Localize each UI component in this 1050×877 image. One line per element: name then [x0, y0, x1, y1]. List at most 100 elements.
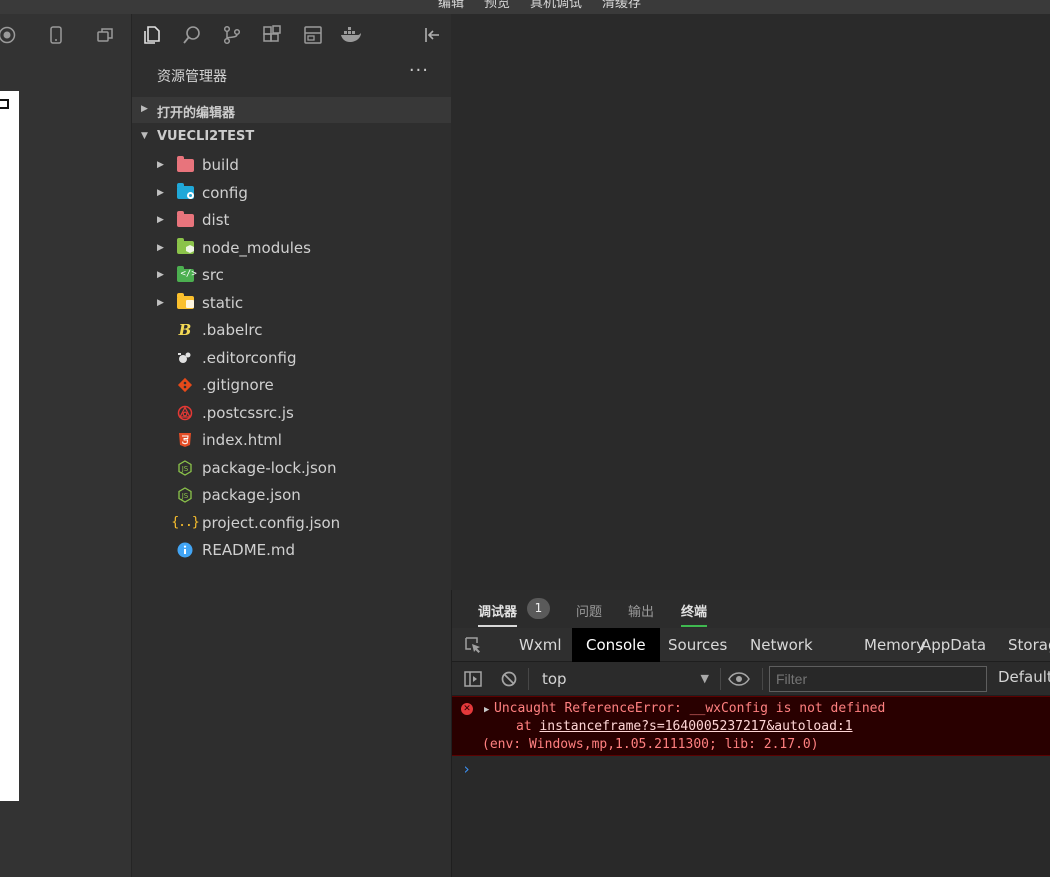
extensions-icon[interactable] — [260, 23, 284, 47]
file-name: package-lock.json — [202, 458, 337, 477]
babel-icon: B — [178, 321, 192, 339]
search-icon[interactable] — [180, 23, 204, 47]
chevron-right-icon: ▶ — [157, 270, 164, 280]
chevron-right-icon: ▶ — [157, 297, 164, 308]
source-control-icon[interactable] — [220, 23, 244, 47]
file-name: .babelrc — [202, 321, 263, 339]
file-tree: ▶ build ▶ config ▶ dist ▶ node_modules ▶ </> src ▶ s… — [132, 152, 451, 565]
folder-row[interactable]: ▶ config — [132, 180, 451, 208]
explorer-header: 资源管理器 ··· — [132, 60, 451, 90]
log-levels-select[interactable]: Default — [998, 668, 1050, 686]
file-name: package.json — [202, 486, 301, 504]
collapse-panel-icon[interactable] — [420, 23, 444, 47]
stack-source-link[interactable]: instanceframe?s=1640005237217&autoload:1 — [539, 719, 852, 734]
file-name: .editorconfig — [202, 348, 297, 367]
layout-icon[interactable] — [301, 23, 325, 47]
file-name: config — [202, 183, 248, 202]
tab-problems[interactable]: 问题 — [576, 601, 602, 620]
folder-row[interactable]: ▶ static — [132, 290, 451, 318]
context-select[interactable]: top ▼ — [534, 666, 709, 692]
editor-area[interactable] — [451, 14, 1050, 590]
editorconfig-icon — [176, 350, 194, 366]
nodejs-icon: JS — [176, 487, 194, 503]
bottom-tabs: 调试器 1 问题 输出 终端 — [452, 590, 1050, 628]
file-row[interactable]: .postcssrc.js — [132, 400, 451, 428]
menu-clear-cache[interactable]: 清缓存 — [602, 0, 641, 11]
tab-network[interactable]: Network — [736, 628, 827, 662]
file-row[interactable]: .editorconfig — [132, 345, 451, 373]
filter-input[interactable] — [769, 666, 987, 692]
chevron-right-icon: ▶ — [157, 160, 164, 170]
phone-icon[interactable] — [45, 24, 67, 46]
folder-row[interactable]: ▶ node_modules — [132, 235, 451, 263]
tab-debugger[interactable]: 调试器 — [478, 601, 518, 627]
tab-storage[interactable]: Storag — [994, 628, 1050, 662]
file-name: node_modules — [202, 238, 311, 257]
inspect-element-icon[interactable] — [464, 636, 482, 654]
context-value: top — [542, 670, 567, 688]
file-row[interactable]: .gitignore — [132, 372, 451, 400]
record-icon[interactable] — [0, 24, 18, 46]
file-row[interactable]: JS package.json — [132, 482, 451, 510]
debug-panel: 调试器 1 问题 输出 终端 Wxml Console Sources Netw… — [451, 590, 1050, 877]
eye-icon[interactable] — [728, 670, 750, 688]
issue-count-badge: 1 — [527, 598, 550, 619]
folder-icon — [176, 183, 194, 201]
tab-sources[interactable]: Sources — [654, 628, 741, 662]
folder-row[interactable]: ▶ build — [132, 152, 451, 180]
sidebar-toggle-icon[interactable] — [464, 670, 482, 688]
folder-row[interactable]: ▶ dist — [132, 207, 451, 235]
git-icon — [176, 377, 194, 393]
docker-icon[interactable] — [339, 23, 363, 47]
open-editors-section[interactable]: ▶ 打开的编辑器 — [132, 97, 451, 123]
clear-console-icon[interactable] — [500, 670, 518, 688]
folder-row[interactable]: ▶ </> src — [132, 262, 451, 290]
console-prompt[interactable]: › — [462, 760, 471, 778]
devtools-panel-tabs: Wxml Console Sources Network Memory AppD… — [452, 628, 1050, 662]
chevron-right-icon: ▶ — [157, 242, 164, 253]
dropdown-arrow-icon: ▼ — [700, 672, 709, 685]
file-name: project.config.json — [202, 513, 341, 532]
menu-preview[interactable]: 预览 — [484, 0, 510, 11]
svg-text:JS: JS — [181, 492, 189, 500]
file-row[interactable]: B .babelrc — [132, 317, 451, 345]
menu-edit[interactable]: 编辑 — [438, 0, 464, 11]
console-toolbar: top ▼ Default — [452, 662, 1050, 696]
more-actions-icon[interactable]: ··· — [409, 60, 429, 81]
files-icon[interactable] — [140, 23, 164, 47]
file-row[interactable]: index.html — [132, 427, 451, 455]
battery-icon — [0, 99, 9, 109]
menu-remote-debug[interactable]: 真机调试 — [530, 0, 582, 11]
tab-appdata[interactable]: AppData — [907, 628, 1000, 662]
error-text: Uncaught ReferenceError: __wxConfig is n… — [494, 701, 886, 716]
activity-bar — [132, 14, 451, 56]
expand-triangle-icon[interactable]: ▶ — [484, 705, 489, 715]
file-name: .gitignore — [202, 376, 274, 394]
project-section[interactable]: ▼ VUECLI2TEST — [132, 124, 451, 150]
explorer-title: 资源管理器 — [157, 69, 227, 85]
simulator-toolbar — [0, 14, 132, 56]
file-name: index.html — [202, 431, 282, 449]
console-error-message: ✕ ▶ Uncaught ReferenceError: __wxConfig … — [452, 696, 1050, 756]
error-icon: ✕ — [461, 703, 473, 715]
file-row[interactable]: JS package-lock.json — [132, 455, 451, 483]
folder-icon — [176, 293, 194, 311]
tab-terminal[interactable]: 终端 — [681, 601, 708, 627]
file-row[interactable]: README.md — [132, 537, 451, 565]
tab-wxml[interactable]: Wxml — [505, 628, 576, 662]
ide-window: 编辑 预览 真机调试 清缓存 资源管理器 ··· ▶ 打开的编辑器 ▼ VUEC… — [0, 0, 1050, 877]
tab-output[interactable]: 输出 — [628, 601, 654, 620]
file-row[interactable]: {..} project.config.json — [132, 510, 451, 538]
window-icon[interactable] — [94, 24, 116, 46]
folder-icon — [176, 238, 194, 256]
open-editors-label: 打开的编辑器 — [157, 106, 236, 121]
project-label: VUECLI2TEST — [157, 129, 255, 144]
info-icon — [176, 542, 194, 558]
stack-prefix: at — [516, 719, 540, 734]
chevron-right-icon: ▶ — [157, 187, 164, 198]
tab-console[interactable]: Console — [572, 628, 660, 662]
file-name: dist — [202, 211, 230, 229]
simulator-screen[interactable] — [0, 91, 19, 801]
simulator-panel — [0, 14, 132, 877]
chevron-right-icon: ▶ — [157, 215, 164, 225]
